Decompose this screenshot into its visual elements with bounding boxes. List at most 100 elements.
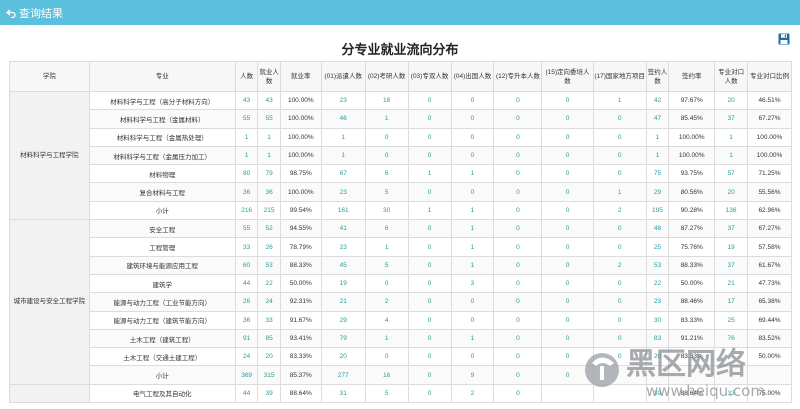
value-cell: 22: [645, 273, 670, 294]
value-cell: 0: [407, 127, 452, 147]
value-cell: 55: [257, 109, 281, 129]
top-bar: 查询结果: [0, 0, 800, 25]
value-cell: 0: [493, 182, 543, 202]
value-cell: 20: [320, 347, 366, 367]
value-cell: 0: [541, 310, 594, 330]
value-cell: 0: [493, 273, 543, 294]
major-cell: 材料科学与工程（金属压力加工）: [88, 145, 236, 166]
value-cell: 18: [364, 90, 409, 111]
value-cell: 67.27%: [746, 109, 793, 129]
value-cell: 0: [407, 365, 452, 385]
value-cell: 1: [714, 127, 748, 147]
value-cell: 0: [592, 310, 647, 330]
value-cell: 0: [407, 255, 452, 275]
back-button[interactable]: 查询结果: [6, 5, 63, 21]
value-cell: 23: [320, 182, 366, 202]
value-cell: 88.64%: [279, 383, 322, 404]
major-cell: 土木工程（建筑工程）: [88, 328, 236, 349]
value-cell: 2: [450, 383, 495, 404]
value-cell: 0: [407, 273, 452, 294]
value-cell: 0: [493, 347, 543, 367]
value-cell: 0: [541, 164, 594, 184]
value-cell: 1: [450, 328, 495, 349]
table-row: 材料科学与工程（金属材料） 55 55 100.00% 46 1 0 0 0 0 0 47 85.45%…: [10, 109, 793, 129]
value-cell: 22: [257, 273, 281, 294]
value-cell: 1: [592, 90, 647, 111]
value-cell: 93.75%: [668, 164, 716, 184]
value-cell: 31: [320, 383, 366, 404]
column-header: (04)出国人数: [450, 61, 495, 92]
value-cell: 24: [234, 347, 259, 367]
column-header: 专业对口比例: [746, 61, 793, 92]
save-icon[interactable]: [778, 33, 790, 45]
table-row: 能源与动力工程（工业节能方向） 26 24 92.31% 21 2 0 0 0 0 0 23 88.46…: [10, 292, 793, 312]
value-cell: 0: [450, 182, 495, 202]
major-cell: 小计: [88, 200, 236, 221]
major-cell: 电气工程及其自动化: [88, 383, 236, 404]
value-cell: 0: [592, 127, 647, 147]
value-cell: 0: [450, 127, 495, 147]
value-cell: 88.46%: [668, 292, 716, 312]
value-cell: 0: [592, 292, 647, 312]
value-cell: 1: [234, 145, 259, 166]
value-cell: 1: [320, 127, 366, 147]
value-cell: 0: [364, 145, 409, 166]
value-cell: 97.67%: [668, 90, 716, 111]
value-cell: 29: [645, 182, 670, 202]
value-cell: 1: [320, 145, 366, 166]
value-cell: 0: [407, 237, 452, 257]
value-cell: 67: [320, 164, 366, 184]
college-cell: 材料科学与工程学院: [9, 90, 90, 221]
major-cell: 能源与动力工程（建筑节能方向）: [88, 310, 236, 330]
value-cell: 1: [450, 200, 495, 221]
column-header: 就业率: [279, 61, 322, 92]
value-cell: 88.33%: [279, 255, 322, 275]
value-cell: 0: [493, 219, 543, 239]
table-row: 工程管理 33 26 78.79% 23 1 0 1 0 0 0 25 75.76% 19 57.58%: [10, 237, 793, 257]
column-header: 专业: [88, 61, 236, 92]
value-cell: 43: [257, 90, 281, 111]
value-cell: 33: [234, 237, 259, 257]
value-cell: 67.27%: [746, 219, 793, 239]
value-cell: 0: [493, 109, 543, 129]
table-row: 复合材料与工程 36 36 100.00% 23 5 0 0 0 0 1 29 80.56% 20 55.5…: [10, 182, 793, 202]
value-cell: 0: [541, 182, 594, 202]
value-cell: 0: [364, 127, 409, 147]
value-cell: 0: [541, 219, 594, 239]
value-cell: 36: [234, 310, 259, 330]
table-row: 能源与动力工程（建筑节能方向） 36 33 91.67% 29 4 0 0 0 0 0 30 83.33…: [10, 310, 793, 330]
value-cell: 43: [234, 90, 259, 111]
value-cell: 0: [541, 273, 594, 294]
value-cell: 0: [407, 90, 452, 111]
value-cell: 0: [450, 310, 495, 330]
table-row: 城市建设与安全工程学院 安全工程 55 52 94.55% 41 6 0 1 0 0 0 48 87.27…: [9, 219, 793, 385]
major-cell: 建筑学: [88, 273, 236, 294]
value-cell: 0: [450, 145, 495, 166]
college-cell: 城市建设与安全工程学院: [9, 219, 90, 385]
column-header: (15)定向委培人数: [541, 61, 594, 92]
watermark: 黑区网络 www.heiqu.com: [585, 347, 765, 400]
value-cell: 0: [407, 182, 452, 202]
value-cell: 0: [407, 292, 452, 312]
value-cell: 83.33%: [668, 310, 716, 330]
value-cell: 60: [234, 255, 259, 275]
value-cell: 55.56%: [746, 182, 793, 202]
value-cell: 21: [320, 292, 366, 312]
value-cell: 0: [450, 292, 495, 312]
value-cell: 37: [714, 255, 748, 275]
column-header: 专业对口人数: [714, 61, 748, 92]
value-cell: 46: [320, 109, 366, 129]
value-cell: 100.00%: [746, 145, 793, 166]
back-label: 查询结果: [19, 7, 63, 20]
value-cell: 0: [592, 273, 647, 294]
value-cell: 3: [450, 273, 495, 294]
value-cell: 136: [714, 200, 748, 221]
value-cell: 0: [592, 109, 647, 129]
value-cell: 1: [257, 145, 281, 166]
value-cell: 44: [234, 383, 259, 404]
value-cell: 0: [493, 328, 543, 349]
value-cell: 0: [493, 310, 543, 330]
value-cell: 75.76%: [668, 237, 716, 257]
value-cell: 1: [364, 328, 409, 349]
value-cell: 88.33%: [668, 255, 716, 275]
